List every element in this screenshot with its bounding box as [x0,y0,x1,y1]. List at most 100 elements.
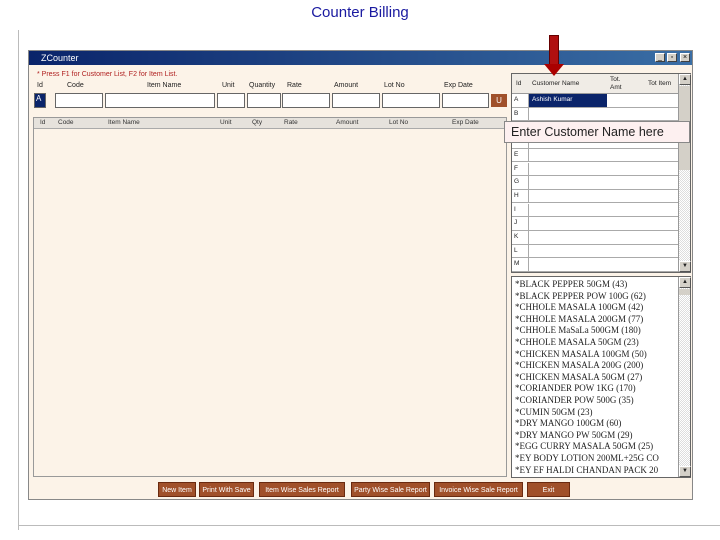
item-list-entry[interactable]: *CUMIN 50GM (23) [515,407,677,417]
customer-name [529,245,535,258]
customer-id: K [514,233,519,240]
customer-row[interactable]: I [512,203,678,218]
id-input[interactable]: A [34,93,46,108]
item-list-entry[interactable]: *DRY MANGO 100GM (60) [515,418,677,428]
customer-name-cell[interactable] [528,148,678,162]
customer-row[interactable]: H [512,189,678,204]
scroll-up-arrow-icon[interactable]: ▲ [679,277,691,288]
item-name-input[interactable] [105,93,215,108]
customer-grid-header: Id Customer Name Tot. Amt Tot Item [512,74,678,94]
customer-name-cell[interactable]: Ashish Kumar [528,94,678,107]
item-grid[interactable]: Id Code Item Name Unit Qty Rate Amount L… [33,117,507,477]
rate-input[interactable] [282,93,330,108]
customer-name-cell[interactable] [528,231,678,244]
cust-col-id: Id [516,80,522,87]
grid-header: Id Code Item Name Unit Qty Rate Amount L… [34,118,506,129]
customer-scrollbar[interactable]: ▲ ▼ [678,74,691,272]
print-with-save-button[interactable]: Print With Save [199,482,254,497]
invoice-wise-sale-report-button[interactable]: Invoice Wise Sale Report [434,482,523,497]
exp-date-input[interactable] [442,93,489,108]
customer-id: M [514,260,520,268]
close-button[interactable]: × [680,53,690,62]
grid-col-lot-no: Lot No [389,119,409,126]
item-list-entry[interactable]: *EY BODY LOTION 200ML+25G CO [515,453,677,463]
customer-row[interactable]: G [512,176,678,190]
customer-name-cell[interactable] [528,189,678,203]
customer-name-cell[interactable] [528,162,678,175]
customer-name [529,258,535,271]
grid-col-id: Id [40,119,46,126]
cust-col-tot-amt: Tot. Amt [610,76,622,91]
label-amount: Amount [334,82,359,89]
item-list-entry[interactable]: *EY EF HALDI CHANDAN PACK 20 [515,465,677,475]
slide-title: Counter Billing [311,4,409,21]
minimize-button[interactable]: _ [655,53,665,62]
customer-id: A [514,96,519,103]
customer-row[interactable]: K [512,231,678,245]
customer-row[interactable]: M [512,258,678,272]
label-lot-no: Lot No [384,82,405,89]
item-list-entry[interactable]: *CHHOLE MASALA 200GM (77) [515,314,677,324]
label-unit: Unit [222,82,235,89]
item-list-entry[interactable]: *CHICKEN MASALA 200G (200) [515,360,677,370]
label-id: Id [37,82,43,89]
item-list-entry[interactable]: *CHHOLE MASALA 50GM (23) [515,337,677,347]
customer-name: Ashish Kumar [529,94,607,107]
customer-row[interactable]: F [512,162,678,176]
customer-id: B [514,109,519,117]
item-list-entry[interactable]: *CHHOLE MASALA 100GM (42) [515,302,677,312]
grid-col-exp-date: Exp Date [452,119,479,126]
item-list-entry[interactable]: *CHHOLE MaSaLa 500GM (180) [515,325,677,335]
new-item-button[interactable]: New Item [158,482,196,497]
customer-name-cell[interactable] [528,107,678,121]
customer-id: J [514,219,518,227]
customer-name-cell[interactable] [528,258,678,271]
item-wise-sales-report-button[interactable]: Item Wise Sales Report [259,482,345,497]
customer-name-cell[interactable] [528,176,678,189]
customer-name-cell[interactable] [528,217,678,230]
item-list-entry[interactable]: *CHICKEN MASALA 100GM (50) [515,349,677,359]
customer-id: G [514,178,520,186]
customer-name [529,176,535,189]
customer-name [529,190,535,203]
item-list-entry[interactable]: *CORIANDER POW 500G (35) [515,395,677,405]
customer-row[interactable]: B [512,107,678,122]
label-quantity: Quantity [249,82,276,89]
customer-grid[interactable]: Id Customer Name Tot. Amt Tot Item A Ashi… [511,73,691,273]
u-button[interactable]: U [491,94,507,107]
quantity-input[interactable] [247,93,281,108]
item-list-scrollbar[interactable]: ▲ ▼ [678,277,691,477]
customer-row[interactable]: L [512,244,678,259]
grid-col-unit: Unit [220,119,232,126]
customer-row[interactable]: J [512,217,678,231]
item-list-entry[interactable]: *BLACK PEPPER 50GM (43) [515,279,677,289]
item-list-entry[interactable]: *CORIANDER POW 1KG (170) [515,383,677,393]
item-list[interactable]: *BLACK PEPPER 50GM (43) *BLACK PEPPER POW… [511,276,691,478]
customer-name-cell[interactable] [528,244,678,258]
scroll-thumb[interactable] [679,289,690,295]
customer-id: I [514,205,516,213]
unit-input[interactable] [217,93,245,108]
item-list-entry[interactable]: *EGG CURRY MASALA 50GM (25) [515,441,677,451]
cust-col-tot-item: Tot Item [648,80,672,87]
customer-row[interactable]: E [512,148,678,163]
party-wise-sale-report-button[interactable]: Party Wise Sale Report [351,482,430,497]
lot-no-input[interactable] [382,93,440,108]
grid-col-amount: Amount [336,119,359,126]
customer-name-cell[interactable] [528,203,678,217]
item-list-entry[interactable]: *BLACK PEPPER POW 100G (62) [515,291,677,301]
scroll-down-arrow-icon[interactable]: ▼ [679,261,691,272]
zcounter-window: ZCounter _ ▫ × * Press F1 for Customer L… [28,50,693,500]
maximize-button[interactable]: ▫ [667,53,677,62]
label-item-name: Item Name [147,82,182,89]
exit-button[interactable]: Exit [527,482,570,497]
label-rate: Rate [287,82,302,89]
scroll-down-arrow-icon[interactable]: ▼ [679,466,691,477]
scroll-up-arrow-icon[interactable]: ▲ [679,74,691,85]
label-exp-date: Exp Date [444,82,473,89]
item-list-entry[interactable]: *CHICKEN MASALA 50GM (27) [515,372,677,382]
code-input[interactable] [55,93,103,108]
customer-row[interactable]: A Ashish Kumar [512,94,678,108]
item-list-entry[interactable]: *DRY MANGO PW 50GM (29) [515,430,677,440]
amount-input[interactable] [332,93,380,108]
